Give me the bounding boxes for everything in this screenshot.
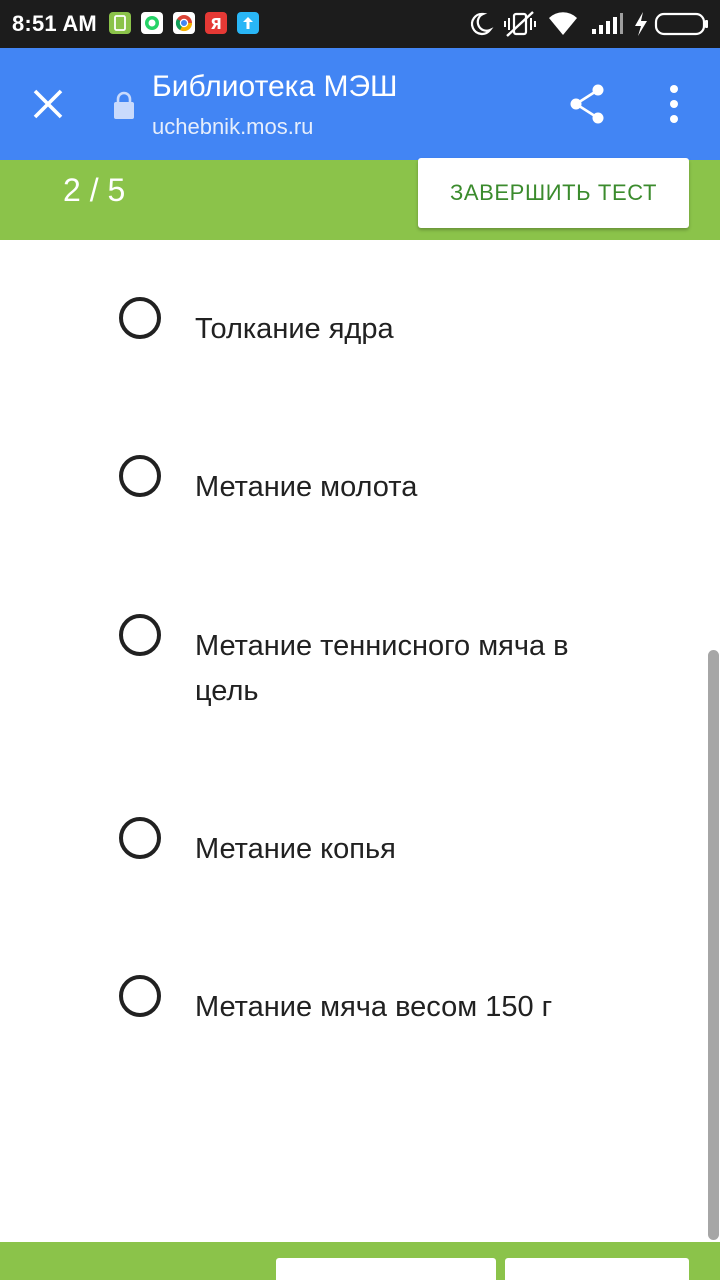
- answer-option-label: Метание молота: [195, 471, 418, 503]
- share-icon: [570, 84, 604, 124]
- radio-button[interactable]: [119, 975, 161, 1017]
- whatsapp-icon: [141, 12, 163, 34]
- battery-icon: [654, 12, 708, 36]
- signal-icon: [592, 13, 623, 34]
- previous-question-button[interactable]: [276, 1258, 496, 1280]
- next-question-button[interactable]: [505, 1258, 689, 1280]
- question-counter: 2 / 5: [63, 172, 126, 208]
- answer-option-label: Метание теннисного мяча в цель: [195, 630, 569, 707]
- more-options-button[interactable]: [654, 76, 694, 132]
- close-button[interactable]: [20, 76, 76, 132]
- share-button[interactable]: [562, 76, 614, 132]
- sim-card-icon: [109, 12, 131, 34]
- browser-toolbar: Библиотека МЭШ uchebnik.mos.ru: [0, 48, 720, 160]
- status-time: 8:51 AM: [12, 11, 97, 36]
- wifi-icon: [549, 12, 577, 35]
- chrome-icon: [173, 12, 195, 34]
- page-url: uchebnik.mos.ru: [152, 114, 314, 139]
- radio-button[interactable]: [119, 455, 161, 497]
- yandex-icon: Я: [205, 12, 227, 34]
- finish-test-button[interactable]: ЗАВЕРШИТЬ ТЕСТ: [418, 158, 689, 228]
- scrollbar-thumb[interactable]: [708, 650, 719, 1240]
- page-title: Библиотека МЭШ: [152, 70, 398, 103]
- upload-icon: [237, 12, 259, 34]
- radio-button[interactable]: [119, 614, 161, 656]
- close-icon: [33, 89, 63, 119]
- answer-option-label: Метание копья: [195, 833, 396, 865]
- svg-text:Я: Я: [210, 15, 222, 33]
- answer-options: Толкание ядра Метание молота Метание тен…: [0, 240, 720, 1242]
- status-bar: 8:51 AM Я: [0, 0, 720, 48]
- screen: 8:51 AM Я Библиотека МЭШ uchebnik.mos.ru…: [0, 0, 720, 1280]
- radio-button[interactable]: [119, 297, 161, 339]
- lock-icon: [114, 91, 134, 119]
- radio-button[interactable]: [119, 817, 161, 859]
- answer-option-label: Метание мяча весом 150 г: [195, 991, 553, 1023]
- vibrate-off-icon: [504, 11, 536, 37]
- charging-icon: [635, 12, 647, 36]
- answer-option-label: Толкание ядра: [195, 313, 394, 345]
- more-vert-icon: [670, 85, 678, 123]
- moon-icon: [470, 12, 494, 35]
